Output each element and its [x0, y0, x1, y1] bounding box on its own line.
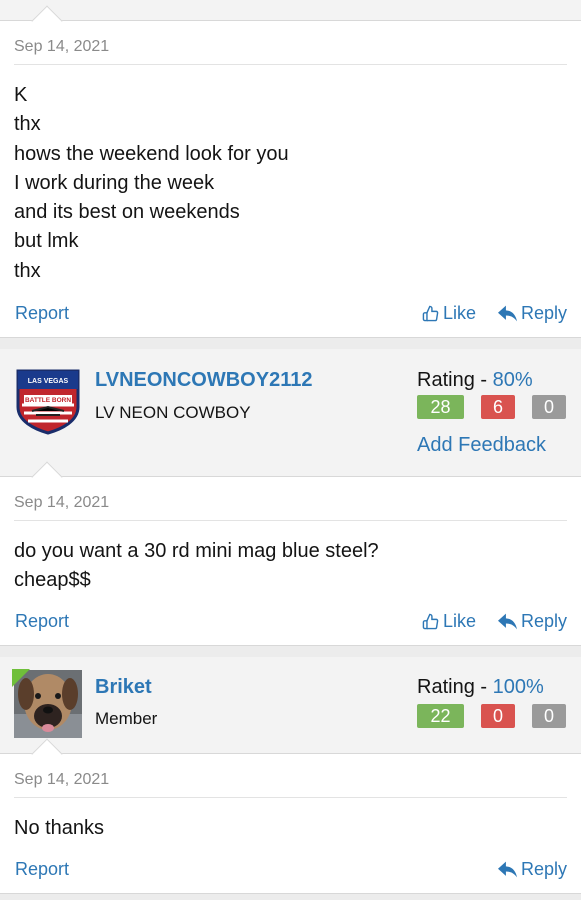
online-indicator — [12, 669, 30, 687]
post-line: and its best on weekends — [14, 201, 240, 224]
report-link[interactable]: Report — [15, 303, 69, 324]
rating-label: Rating - — [417, 369, 488, 391]
feedback-badges: 22 0 0 — [417, 704, 566, 728]
like-button[interactable]: Like — [422, 303, 476, 324]
avatar-text-mid: BATTLE BORN — [25, 397, 71, 404]
feedback-badges: 28 6 0 — [417, 395, 566, 419]
post-line: thx — [14, 113, 41, 136]
rating: Rating - 80% — [417, 369, 533, 392]
rating-label: Rating - — [417, 676, 488, 698]
post-body: do you want a 30 rd mini mag blue steel?… — [14, 537, 379, 596]
top-strip — [0, 0, 581, 20]
reply-label: Reply — [521, 611, 568, 631]
post-line: thx — [14, 259, 41, 282]
post-line: hows the weekend look for you — [14, 142, 289, 165]
positive-badge[interactable]: 28 — [417, 395, 464, 419]
reply-icon — [498, 861, 517, 878]
negative-badge[interactable]: 0 — [481, 704, 515, 728]
user-title: LV NEON COWBOY — [95, 403, 251, 422]
reply-icon — [498, 613, 517, 630]
neutral-badge[interactable]: 0 — [532, 395, 566, 419]
post-date[interactable]: Sep 14, 2021 — [14, 38, 109, 56]
neutral-badge[interactable]: 0 — [532, 704, 566, 728]
like-label: Like — [443, 303, 477, 323]
positive-badge[interactable]: 22 — [417, 704, 464, 728]
message-post: Sep 14, 2021 K thx hows the weekend look… — [0, 5, 581, 338]
divider — [14, 797, 567, 798]
post-line: No thanks — [14, 817, 105, 839]
add-feedback-link[interactable]: Add Feedback — [417, 434, 546, 457]
post-date[interactable]: Sep 14, 2021 — [14, 494, 109, 512]
username-link[interactable]: Briket — [95, 676, 152, 699]
divider — [14, 520, 567, 521]
username-link[interactable]: LVNEONCOWBOY2112 — [95, 369, 312, 392]
thumbs-up-icon — [422, 305, 439, 322]
thumbs-up-icon — [422, 613, 439, 630]
reply-button[interactable]: Reply — [498, 303, 567, 324]
post-line: I work during the week — [14, 171, 215, 194]
avatar[interactable]: LAS VEGAS BATTLE BORN — [14, 367, 82, 435]
reply-label: Reply — [521, 303, 568, 323]
reply-icon — [498, 305, 517, 322]
avatar-text-top: LAS VEGAS — [28, 378, 69, 385]
rating-percent[interactable]: 80% — [493, 369, 533, 391]
author-bar: Briket Member Rating - 100% 22 0 0 — [0, 657, 581, 753]
report-link[interactable]: Report — [15, 611, 69, 632]
report-link[interactable]: Report — [15, 859, 69, 880]
post-body: No thanks — [14, 814, 104, 843]
post-line: but lmk — [14, 230, 79, 253]
message-post: Sep 14, 2021 do you want a 30 rd mini ma… — [0, 461, 581, 646]
reply-label: Reply — [521, 859, 568, 879]
reply-button[interactable]: Reply — [498, 859, 567, 880]
user-title: Member — [95, 709, 158, 728]
like-label: Like — [443, 611, 477, 631]
author-bar: LAS VEGAS BATTLE BORN LVNEONCOWBOY2112 L… — [0, 349, 581, 476]
post-line: K — [14, 84, 28, 106]
like-button[interactable]: Like — [422, 611, 476, 632]
post-body: K thx hows the weekend look for you I wo… — [14, 81, 289, 286]
negative-badge[interactable]: 6 — [481, 395, 515, 419]
post-line: do you want a 30 rd mini mag blue steel? — [14, 540, 379, 562]
post-date[interactable]: Sep 14, 2021 — [14, 771, 109, 789]
rating: Rating - 100% — [417, 676, 544, 699]
message-post: Sep 14, 2021 No thanks Report Reply — [0, 738, 581, 894]
rating-percent[interactable]: 100% — [493, 676, 544, 698]
reply-button[interactable]: Reply — [498, 611, 567, 632]
post-line: cheap$$ — [14, 569, 91, 592]
divider — [14, 64, 567, 65]
